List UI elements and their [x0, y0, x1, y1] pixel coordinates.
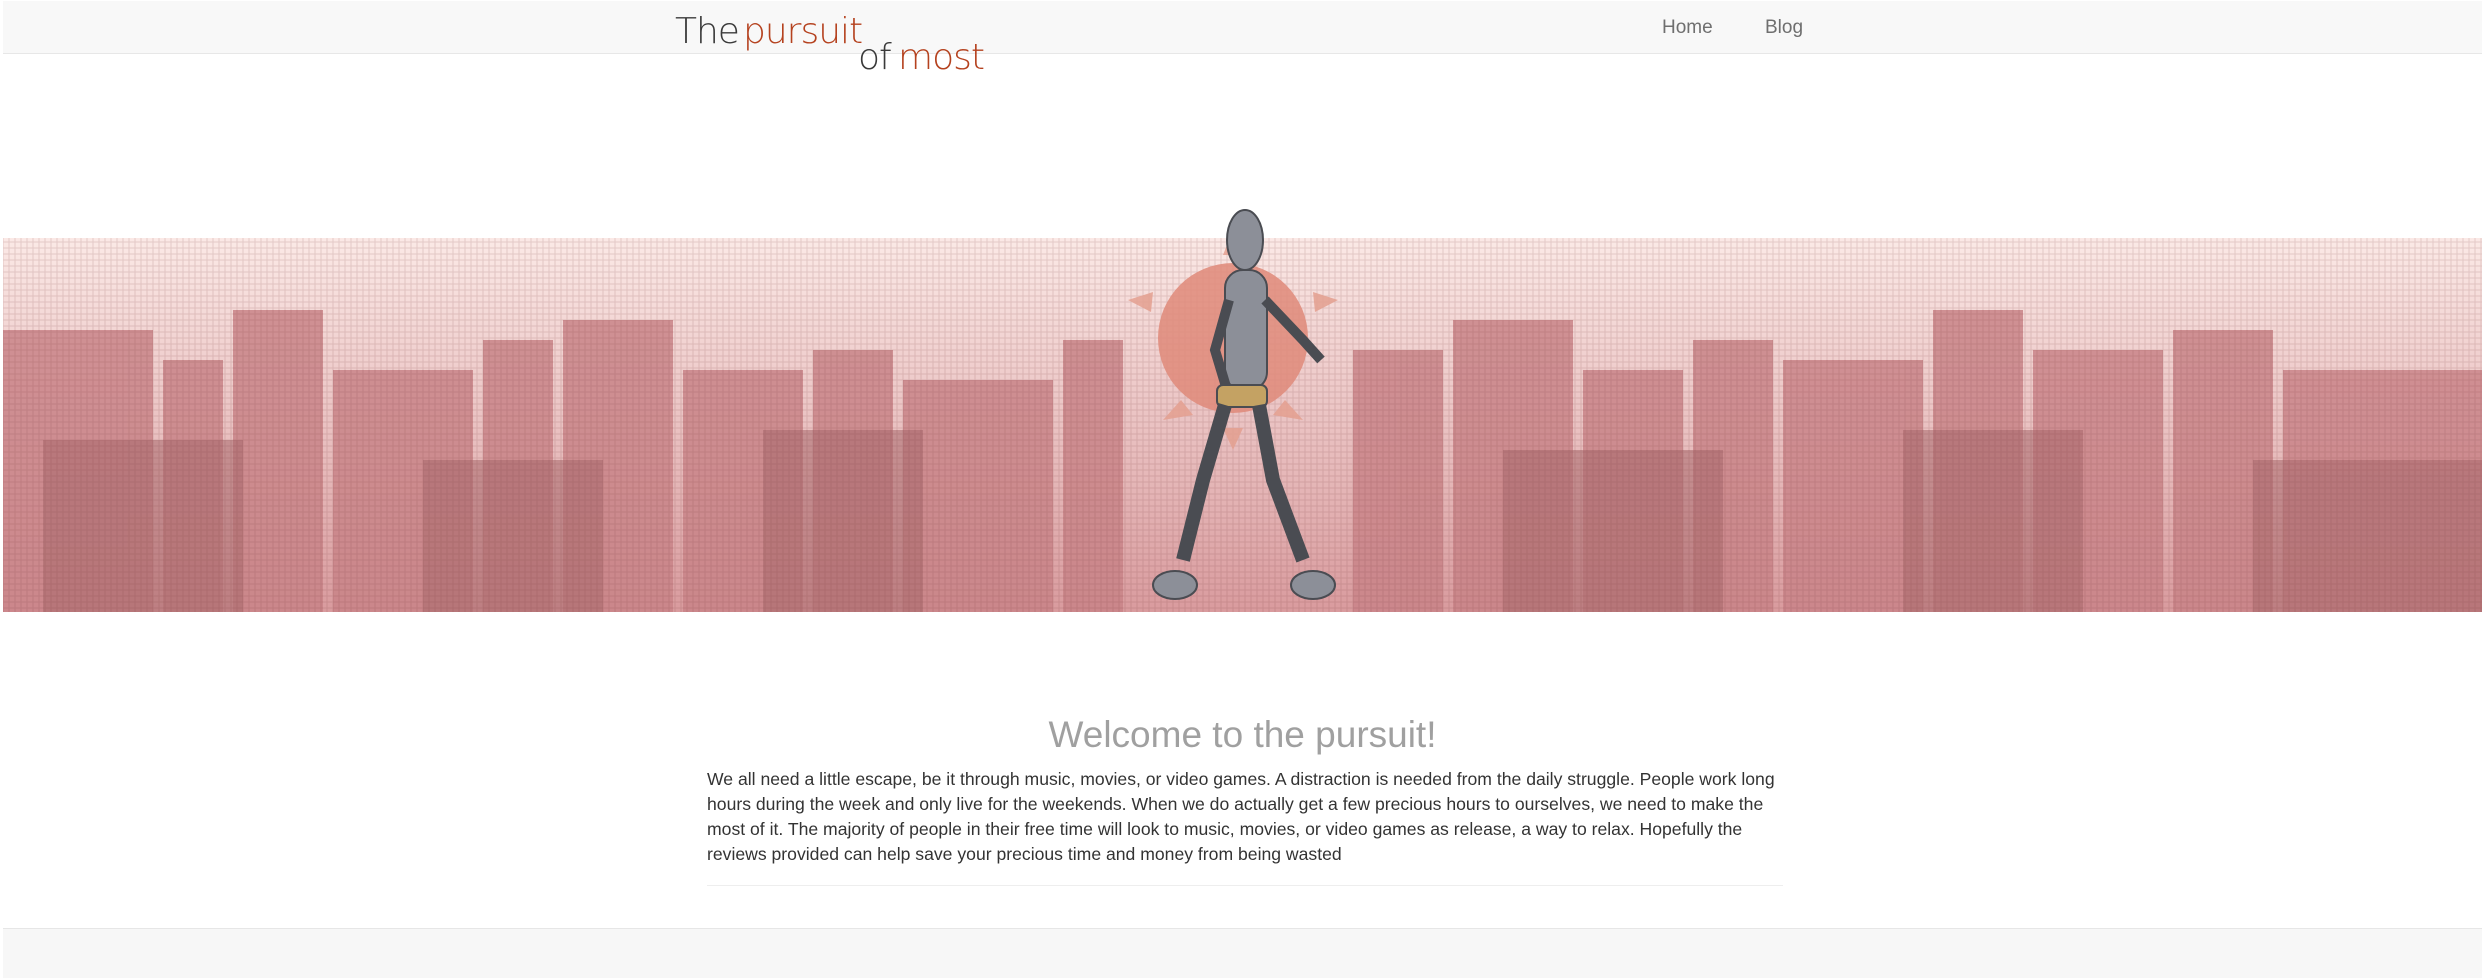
brand-word-most: most — [898, 37, 985, 78]
welcome-paragraph: We all need a little escape, be it throu… — [707, 769, 1775, 864]
nav-home-link[interactable]: Home — [1662, 17, 1713, 39]
brand-word-pursuit: pursuit — [743, 11, 863, 52]
welcome-heading: Welcome to the pursuit! — [1048, 714, 1437, 755]
footer — [3, 928, 2482, 978]
page: The pursuit of most Home Blog Welcome to… — [3, 1, 2482, 978]
nav-blog-link[interactable]: Blog — [1765, 17, 1803, 39]
brand-word-the: The — [675, 11, 740, 52]
hero-banner-image — [3, 200, 2482, 612]
divider — [707, 885, 1783, 886]
brand-word-of: of — [858, 37, 892, 78]
navbar: The pursuit of most Home Blog — [3, 1, 2482, 78]
brand-logo[interactable]: The pursuit of most — [675, 9, 995, 78]
